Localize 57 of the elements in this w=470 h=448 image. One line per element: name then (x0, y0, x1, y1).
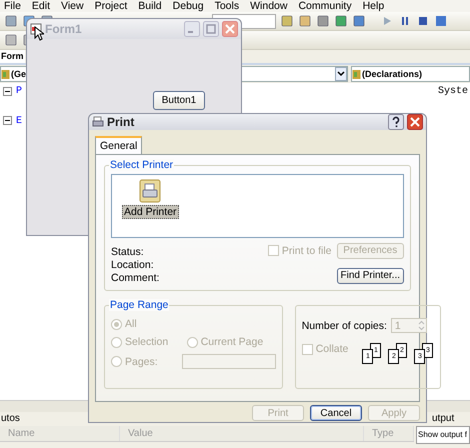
code-text: Syste (438, 86, 468, 99)
panel-title: utput (432, 413, 454, 424)
printer-icon[interactable] (139, 179, 162, 203)
document-tab[interactable]: Form (0, 50, 24, 63)
checkbox-label: Collate (316, 343, 348, 355)
toolbar-icon[interactable] (280, 14, 294, 28)
group-title: Page Range (109, 299, 170, 311)
dialog-button[interactable]: Cancel (310, 405, 362, 421)
toolbar-icon[interactable] (4, 14, 18, 28)
copies-label: Number of copies: (302, 320, 387, 332)
printer-icon (92, 116, 104, 128)
info-label: Location: (111, 259, 155, 271)
dialog-title: Print (107, 115, 136, 129)
method-dropdown[interactable]: (Declarations) (351, 66, 470, 82)
info-label: Status: (111, 246, 145, 258)
menu-item[interactable]: Build (134, 0, 169, 12)
radio-label: All (125, 318, 137, 330)
toolbar-icon[interactable] (334, 14, 348, 28)
menu-item[interactable]: File (0, 0, 28, 12)
menu-item[interactable]: Tools (210, 0, 246, 12)
class-icon (352, 68, 361, 80)
code-text: P (16, 86, 22, 99)
collapse-icon[interactable] (3, 116, 12, 125)
printer-list[interactable]: Add Printer (111, 174, 404, 238)
menu-item[interactable]: Project (90, 0, 134, 12)
output-source-dropdown[interactable]: Show output f (416, 426, 470, 444)
checkbox-label: Print to file (282, 244, 332, 256)
minimize-button[interactable] (184, 21, 200, 37)
printer-label[interactable]: Add Printer (122, 205, 179, 219)
class-icon (1, 68, 10, 80)
window-title: Form1 (45, 22, 83, 36)
maximize-button[interactable] (203, 21, 219, 37)
menu-item[interactable]: Debug (168, 0, 211, 12)
toolbar-icon[interactable] (434, 14, 448, 28)
toolbar-icon[interactable] (352, 14, 366, 28)
tab[interactable]: General (95, 136, 142, 154)
radio-label: Current Page (200, 336, 264, 348)
close-button[interactable] (407, 114, 423, 130)
help-button[interactable] (388, 114, 404, 130)
find-printer-button[interactable]: Find Printer... (336, 268, 404, 284)
radio-label: Pages: (125, 356, 158, 368)
code-text: E (16, 116, 22, 129)
toolbar-icon[interactable] (298, 14, 312, 28)
form-button[interactable]: Button1 (153, 91, 205, 110)
toolbar-icon[interactable] (4, 33, 18, 47)
cursor-icon (34, 26, 44, 41)
info-label: Comment: (111, 272, 160, 284)
group-title: Select Printer (109, 159, 174, 171)
menu-item[interactable]: Community (294, 0, 359, 12)
toolbar-icon[interactable] (316, 14, 330, 28)
radio-label: Selection (125, 336, 168, 348)
collapse-icon[interactable] (3, 87, 12, 96)
menu-item[interactable]: Edit (28, 0, 58, 12)
menu-item[interactable]: View (57, 0, 91, 12)
stop-icon[interactable] (416, 14, 430, 28)
menu-item[interactable]: Help (358, 0, 392, 12)
menu-item[interactable]: Window (246, 0, 294, 12)
